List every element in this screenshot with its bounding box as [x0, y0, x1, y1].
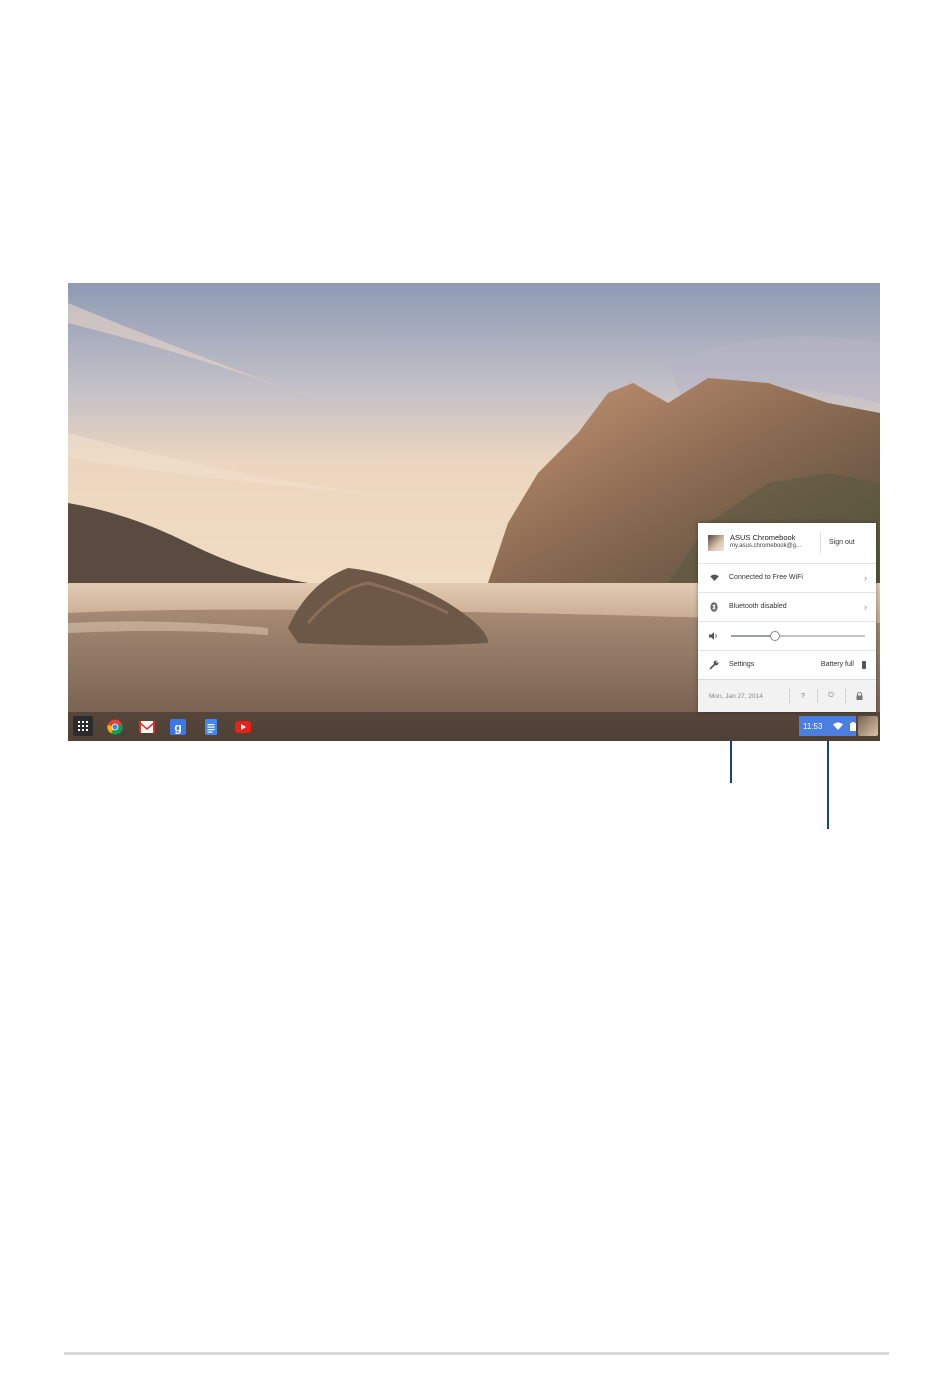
volume-row: [698, 621, 876, 651]
divider: [789, 689, 790, 703]
google-search-icon: g: [170, 719, 186, 735]
settings-label: Settings: [729, 661, 755, 668]
battery-status: Battery full: [820, 661, 854, 668]
chevron-right-icon: ›: [864, 601, 867, 612]
lock-icon: [856, 692, 862, 700]
svg-text:g: g: [174, 721, 181, 735]
user-avatar-shelf[interactable]: [858, 716, 878, 736]
app-launcher-button[interactable]: [73, 716, 93, 736]
user-card: ASUS Chromebook my.asus.chromebook@g... …: [698, 523, 876, 564]
divider: [820, 533, 821, 553]
wrench-icon: [709, 660, 719, 670]
google-search-app-button[interactable]: g: [168, 717, 188, 737]
wifi-icon: [709, 573, 719, 583]
lock-button[interactable]: [854, 691, 864, 701]
bluetooth-icon: [709, 601, 719, 612]
date-label[interactable]: Mon, Jan 27, 2014: [709, 693, 763, 700]
youtube-app-button[interactable]: [233, 717, 253, 737]
page: g 11:53 ASUS Chromebook my.asus.chromebo…: [0, 0, 950, 1392]
chrome-app-button[interactable]: [105, 717, 125, 737]
user-name: ASUS Chromebook: [730, 533, 796, 542]
battery-icon: [862, 660, 866, 669]
volume-slider-thumb[interactable]: [770, 631, 781, 641]
sign-out-button[interactable]: Sign out: [829, 539, 855, 546]
chevron-right-icon: ›: [864, 572, 867, 583]
battery-icon: [850, 721, 856, 731]
tray-footer: Mon, Jan 27, 2014 ? ⏻: [698, 680, 876, 712]
status-area-button[interactable]: 11:53: [799, 716, 856, 736]
docs-app-button[interactable]: [201, 717, 221, 737]
shelf: g 11:53: [68, 712, 880, 741]
youtube-icon: [235, 721, 251, 733]
divider: [817, 689, 818, 703]
network-label: Connected to Free WiFi: [729, 574, 803, 581]
speaker-icon[interactable]: [709, 631, 719, 641]
user-email: my.asus.chromebook@g...: [730, 543, 802, 549]
bluetooth-row[interactable]: Bluetooth disabled ›: [698, 592, 876, 622]
callout-line-status-area: [827, 741, 829, 829]
volume-slider-fill: [731, 635, 776, 637]
footer-rule: [64, 1352, 889, 1355]
settings-row[interactable]: Settings Battery full: [698, 650, 876, 680]
wifi-icon: [833, 722, 843, 730]
chrome-icon: [107, 719, 123, 735]
gmail-app-button[interactable]: [137, 717, 157, 737]
grid-icon: [78, 721, 88, 731]
power-button[interactable]: ⏻: [826, 691, 836, 701]
gmail-icon: [139, 721, 155, 733]
divider: [845, 689, 846, 703]
volume-slider[interactable]: [731, 631, 865, 641]
bluetooth-label: Bluetooth disabled: [729, 603, 787, 610]
system-tray-menu: ASUS Chromebook my.asus.chromebook@g... …: [698, 523, 876, 712]
chromebook-desktop: g 11:53 ASUS Chromebook my.asus.chromebo…: [68, 283, 880, 741]
help-button[interactable]: ?: [798, 691, 808, 701]
network-row[interactable]: Connected to Free WiFi ›: [698, 563, 876, 593]
docs-icon: [205, 719, 217, 735]
callout-line-tray-menu: [730, 741, 732, 783]
clock: 11:53: [803, 721, 823, 731]
user-avatar: [708, 535, 724, 551]
